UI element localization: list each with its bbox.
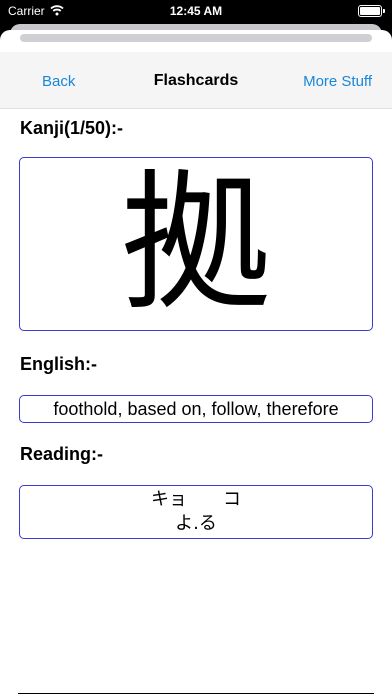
english-meaning: foothold, based on, follow, therefore xyxy=(53,398,339,419)
sheet-grabber[interactable] xyxy=(20,34,372,42)
flashcard-sheet: Back Flashcards More Stuff Kanji(1/50):-… xyxy=(0,30,392,696)
reading-card: キョ コ よ.る xyxy=(19,485,373,539)
reading-label: Reading:- xyxy=(20,444,103,464)
home-indicator xyxy=(18,693,374,694)
english-card: foothold, based on, follow, therefore xyxy=(19,395,373,423)
english-label: English:- xyxy=(20,354,97,374)
kunyomi-reading: よ.る xyxy=(175,513,217,534)
battery-icon xyxy=(358,5,385,17)
onyomi-reading: キョ コ xyxy=(151,489,241,510)
kanji-card: 拠 xyxy=(19,157,373,331)
kanji-character: 拠 xyxy=(120,157,271,331)
more-stuff-button[interactable]: More Stuff xyxy=(303,73,372,90)
status-time: 12:45 AM xyxy=(169,4,223,18)
status-bar: Carrier 12:45 AM xyxy=(0,0,392,22)
kanji-label: Kanji(1/50):- xyxy=(20,118,124,138)
navigation-bar: Back Flashcards More Stuff xyxy=(0,52,392,109)
